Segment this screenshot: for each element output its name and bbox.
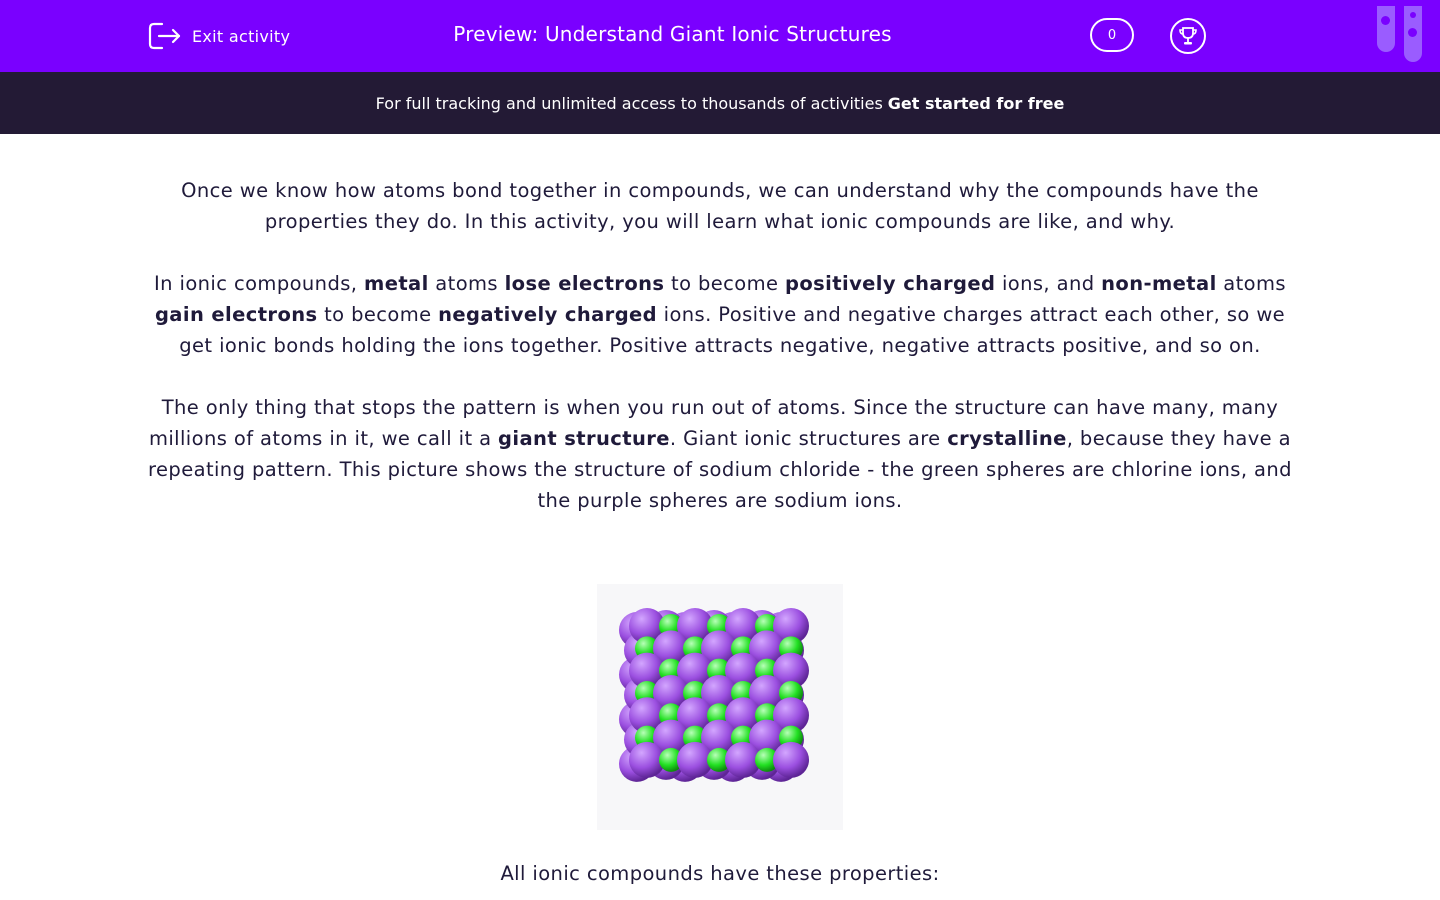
exit-activity-label: Exit activity: [192, 26, 291, 46]
sodium-ion: [773, 741, 809, 778]
properties-heading: All ionic compounds have these propertie…: [500, 862, 940, 885]
promo-banner: For full tracking and unlimited access t…: [0, 72, 1440, 134]
term-lose-electrons: lose electrons: [504, 272, 665, 295]
exit-icon: [148, 22, 181, 50]
intro-paragraph: Once we know how atoms bond together in …: [181, 179, 1259, 233]
term-crystalline: crystalline: [947, 427, 1067, 450]
trophy-icon: [1179, 27, 1197, 45]
page-title: Preview: Understand Giant Ionic Structur…: [453, 22, 892, 46]
term-giant-structure: giant structure: [498, 427, 670, 450]
term-positively-charged: positively charged: [785, 272, 996, 295]
sodium-chloride-lattice-image: [597, 584, 843, 830]
get-started-link[interactable]: Get started for free: [888, 94, 1065, 113]
term-gain-electrons: gain electrons: [154, 303, 318, 326]
lesson-content: Once we know how atoms bond together in …: [148, 175, 1292, 547]
score-badge: 0: [1090, 18, 1134, 52]
top-bar: Exit activity Preview: Understand Giant …: [0, 0, 1440, 72]
trophy-button[interactable]: [1170, 18, 1206, 54]
term-negatively-charged: negatively charged: [438, 303, 658, 326]
exit-activity-button[interactable]: Exit activity: [148, 20, 290, 52]
test-tube-icon: [1377, 6, 1395, 52]
test-tube-icon: [1404, 6, 1422, 62]
term-metal: metal: [363, 272, 429, 295]
ionic-compounds-paragraph: In ionic compounds, metal atoms lose ele…: [154, 272, 1286, 357]
promo-text: For full tracking and unlimited access t…: [375, 93, 883, 113]
giant-structure-paragraph: The only thing that stops the pattern is…: [148, 396, 1292, 512]
term-non-metal: non-metal: [1101, 272, 1217, 295]
